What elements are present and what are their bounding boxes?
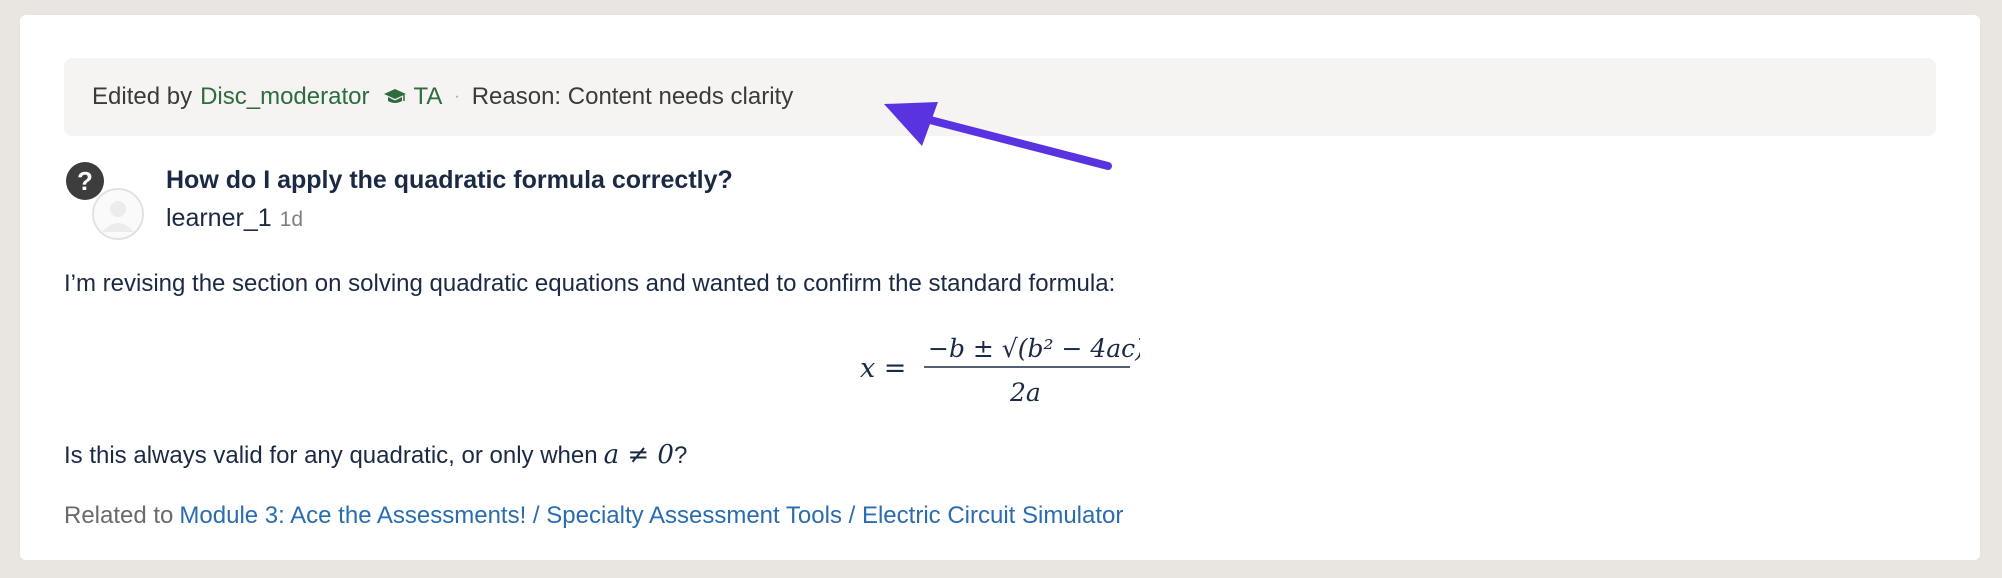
question-post-icon: ? (66, 162, 104, 200)
post-body-text: I’m revising the section on solving quad… (64, 270, 1116, 297)
question-suffix: ? (673, 442, 688, 469)
formula-denominator: 2a (1009, 378, 1041, 407)
edited-by-label: Edited by (92, 83, 193, 110)
post-title: How do I apply the quadratic formula cor… (166, 166, 733, 194)
question-prefix: Is this always valid for any quadratic, … (64, 442, 598, 469)
post-age: 1d (279, 208, 303, 231)
question-mark-glyph: ? (77, 165, 93, 196)
author-username-link[interactable]: learner_1 (166, 204, 272, 232)
separator-dot: · (454, 88, 460, 105)
quadratic-formula: x = −b ± √(b² − 4ac) 2a (860, 334, 1140, 407)
question-math: a ≠ 0 (603, 440, 674, 470)
default-user-icon (102, 201, 134, 232)
formula-lhs: x = (860, 353, 906, 384)
ta-role-badge: TA (383, 83, 442, 111)
ta-role-label: TA (413, 83, 443, 110)
editor-username-link[interactable]: Disc_moderator (200, 83, 369, 111)
edit-reason: Reason: Content needs clarity (471, 83, 794, 110)
post-author-line: learner_1 1d (166, 204, 303, 233)
related-topic-link[interactable]: Module 3: Ace the Assessments! / Special… (179, 502, 1123, 529)
edit-history-banner: Edited by Disc_moderator TA · Reason: Co… (64, 58, 1936, 136)
avatar[interactable] (92, 188, 144, 240)
post-question-text: Is this always valid for any quadratic, … (64, 440, 687, 470)
author-avatar-group[interactable]: ? (66, 162, 144, 242)
formula-numerator: −b ± √(b² − 4ac) (928, 334, 1140, 363)
related-prefix: Related to (64, 502, 174, 529)
graduation-cap-icon (384, 89, 407, 103)
related-topic: Related to Module 3: Ace the Assessments!… (64, 502, 1123, 530)
